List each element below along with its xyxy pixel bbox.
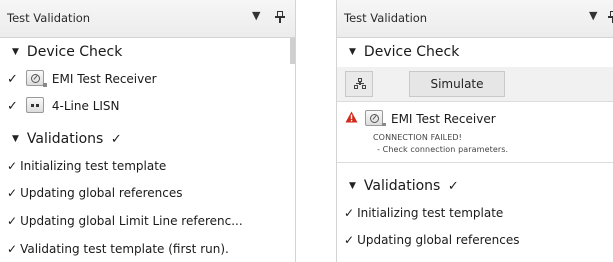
device-label: 4-Line LISN [51, 99, 120, 113]
device-toolbar: Simulate [337, 67, 613, 102]
collapse-triangle-icon[interactable]: ▼ [12, 134, 19, 144]
error-message: CONNECTION FAILED! [373, 133, 462, 142]
pin-icon[interactable] [608, 11, 613, 26]
network-icon [354, 78, 366, 90]
validation-item: ✓ Updating global references [7, 186, 295, 200]
pin-icon[interactable] [275, 11, 285, 26]
panel-title: Test Validation [7, 11, 91, 25]
device-item[interactable]: EMI Test Receiver [365, 110, 613, 126]
collapse-triangle-icon[interactable]: ▼ [349, 181, 356, 191]
lisn-icon [25, 97, 44, 113]
device-label: EMI Test Receiver [51, 72, 157, 86]
check-icon: ✓ [344, 233, 355, 247]
warning-icon [345, 111, 358, 123]
panel-menu-dropdown-icon[interactable]: ▼ [589, 9, 597, 22]
left-validation-panel: Test Validation ▼ ▼ Device Check ✓ EMI Tes… [0, 0, 296, 262]
check-icon: ✓ [7, 242, 18, 256]
simulate-button[interactable]: Simulate [409, 71, 505, 97]
check-icon: ✓ [110, 132, 122, 147]
validation-item: ✓ Validating test template (first run). [7, 242, 295, 256]
validation-item: ✓ Initializing test template [344, 206, 613, 220]
validations-header[interactable]: ▼ Validations ✓ [349, 178, 613, 194]
validation-item-label: Validating test template (first run). [20, 242, 229, 256]
receiver-icon [25, 70, 47, 87]
check-icon: ✓ [7, 214, 18, 228]
validation-item-label: Updating global references [357, 233, 520, 247]
validations-header[interactable]: ▼ Validations ✓ [12, 131, 295, 147]
device-item[interactable]: ✓ 4-Line LISN [7, 97, 295, 114]
network-config-button[interactable] [345, 71, 373, 97]
panel-titlebar: Test Validation ▼ [0, 0, 295, 38]
panel-title: Test Validation [344, 11, 428, 25]
check-icon: ✓ [7, 72, 18, 87]
panel-titlebar: Test Validation ▼ [337, 0, 613, 38]
right-validation-panel: Test Validation ▼ ▼ Device Check Simulate… [336, 0, 613, 262]
validations-label: Validations [363, 178, 441, 194]
collapse-triangle-icon[interactable]: ▼ [12, 47, 19, 57]
validation-item-label: Initializing test template [357, 206, 504, 220]
device-item[interactable]: ✓ EMI Test Receiver [7, 70, 295, 87]
device-check-header[interactable]: ▼ Device Check [12, 44, 295, 60]
device-check-label: Device Check [363, 44, 460, 60]
check-icon: ✓ [344, 206, 355, 220]
device-label: EMI Test Receiver [391, 112, 496, 126]
validation-item-label: Initializing test template [20, 159, 167, 173]
validation-item: ✓ Updating global Limit Line referenc... [7, 214, 295, 228]
panel-menu-dropdown-icon[interactable]: ▼ [252, 9, 260, 22]
validation-item: ✓ Initializing test template [7, 159, 295, 173]
check-icon: ✓ [7, 159, 18, 173]
validations-label: Validations [26, 131, 104, 147]
receiver-icon [365, 110, 386, 126]
device-check-header[interactable]: ▼ Device Check [349, 44, 613, 60]
check-icon: ✓ [7, 186, 18, 200]
device-check-label: Device Check [26, 44, 123, 60]
device-error-box: EMI Test Receiver CONNECTION FAILED! - C… [337, 104, 613, 163]
collapse-triangle-icon[interactable]: ▼ [349, 47, 356, 57]
validation-item-label: Updating global Limit Line referenc... [20, 214, 243, 228]
error-hint: - Check connection parameters. [377, 145, 509, 154]
check-icon: ✓ [7, 99, 18, 114]
check-icon: ✓ [447, 179, 459, 194]
validation-item-label: Updating global references [20, 186, 183, 200]
validation-item: ✓ Updating global references [344, 233, 613, 247]
